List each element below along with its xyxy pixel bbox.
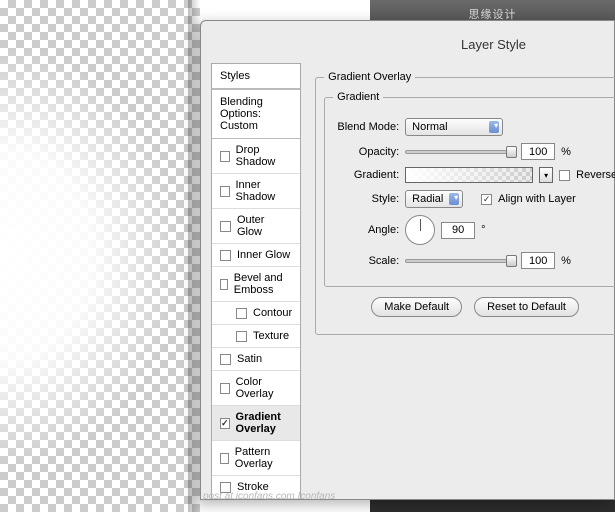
gradient-menu-button[interactable]: ▾ xyxy=(539,167,553,183)
style-item-color-overlay[interactable]: Color Overlay xyxy=(212,371,300,406)
gradient-legend: Gradient xyxy=(333,91,383,103)
style-checkbox[interactable] xyxy=(236,331,247,342)
reverse-checkbox[interactable] xyxy=(559,170,570,181)
style-item-bevel-and-emboss[interactable]: Bevel and Emboss xyxy=(212,267,300,302)
angle-dial[interactable] xyxy=(405,215,435,245)
style-item-inner-shadow[interactable]: Inner Shadow xyxy=(212,174,300,209)
style-item-label: Inner Glow xyxy=(237,249,290,261)
reset-default-button[interactable]: Reset to Default xyxy=(474,297,579,317)
gradient-swatch[interactable] xyxy=(405,167,533,183)
opacity-label: Opacity: xyxy=(333,146,399,158)
opacity-slider-thumb[interactable] xyxy=(506,146,517,158)
style-checkbox[interactable] xyxy=(220,151,230,162)
style-checkbox[interactable] xyxy=(220,186,230,197)
reverse-label: Reverse xyxy=(576,169,615,181)
angle-label: Angle: xyxy=(333,224,399,236)
scale-slider[interactable] xyxy=(405,259,515,263)
opacity-unit: % xyxy=(561,146,571,158)
dialog-title: Layer Style xyxy=(461,37,526,52)
gradient-overlay-legend: Gradient Overlay xyxy=(324,71,415,83)
style-item-gradient-overlay[interactable]: Gradient Overlay xyxy=(212,406,300,441)
style-item-label: Bevel and Emboss xyxy=(234,272,292,296)
scale-unit: % xyxy=(561,255,571,267)
opacity-input[interactable] xyxy=(521,143,555,160)
style-checkbox[interactable] xyxy=(220,418,230,429)
make-default-button[interactable]: Make Default xyxy=(371,297,462,317)
style-item-label: Outer Glow xyxy=(237,214,292,238)
style-checkbox[interactable] xyxy=(220,279,228,290)
style-item-contour[interactable]: Contour xyxy=(212,302,300,325)
styles-header[interactable]: Styles xyxy=(212,64,300,89)
dialog-shadow xyxy=(188,0,200,512)
style-select[interactable]: Radial xyxy=(405,190,463,208)
scale-input[interactable] xyxy=(521,252,555,269)
style-checkbox[interactable] xyxy=(236,308,247,319)
blend-mode-select[interactable]: Normal xyxy=(405,118,503,136)
scale-slider-thumb[interactable] xyxy=(506,255,517,267)
style-label: Style: xyxy=(333,193,399,205)
style-item-label: Contour xyxy=(253,307,292,319)
style-item-label: Pattern Overlay xyxy=(235,446,292,470)
angle-input[interactable] xyxy=(441,222,475,239)
gradient-label: Gradient: xyxy=(333,169,399,181)
style-item-texture[interactable]: Texture xyxy=(212,325,300,348)
style-checkbox[interactable] xyxy=(220,221,231,232)
scale-label: Scale: xyxy=(333,255,399,267)
style-item-label: Satin xyxy=(237,353,262,365)
style-item-label: Drop Shadow xyxy=(236,144,293,168)
blending-options-row[interactable]: Blending Options: Custom xyxy=(212,89,300,139)
style-item-label: Gradient Overlay xyxy=(236,411,293,435)
style-item-drop-shadow[interactable]: Drop Shadow xyxy=(212,139,300,174)
style-item-outer-glow[interactable]: Outer Glow xyxy=(212,209,300,244)
gradient-overlay-panel: Gradient Overlay Gradient Blend Mode: No… xyxy=(301,63,615,499)
style-item-pattern-overlay[interactable]: Pattern Overlay xyxy=(212,441,300,476)
blend-mode-label: Blend Mode: xyxy=(333,121,399,133)
style-item-label: Color Overlay xyxy=(236,376,293,400)
style-checkbox[interactable] xyxy=(220,250,231,261)
styles-list-panel: Styles Blending Options: Custom Drop Sha… xyxy=(211,63,301,499)
canvas-radial-gradient xyxy=(0,0,200,512)
angle-unit: ° xyxy=(481,224,485,236)
style-item-label: Inner Shadow xyxy=(236,179,293,203)
footer-watermark: post at iconfans.com Iconfans xyxy=(203,491,335,502)
style-checkbox[interactable] xyxy=(220,453,229,464)
style-checkbox[interactable] xyxy=(220,383,230,394)
style-item-label: Texture xyxy=(253,330,289,342)
gradient-overlay-fieldset: Gradient Overlay Gradient Blend Mode: No… xyxy=(315,71,615,335)
opacity-slider[interactable] xyxy=(405,150,515,154)
style-checkbox[interactable] xyxy=(220,354,231,365)
gradient-fieldset: Gradient Blend Mode: Normal Opacity: xyxy=(324,91,615,287)
align-checkbox[interactable] xyxy=(481,194,492,205)
layer-style-dialog: Layer Style Styles Blending Options: Cus… xyxy=(200,20,615,500)
style-item-satin[interactable]: Satin xyxy=(212,348,300,371)
style-item-inner-glow[interactable]: Inner Glow xyxy=(212,244,300,267)
align-label: Align with Layer xyxy=(498,193,576,205)
